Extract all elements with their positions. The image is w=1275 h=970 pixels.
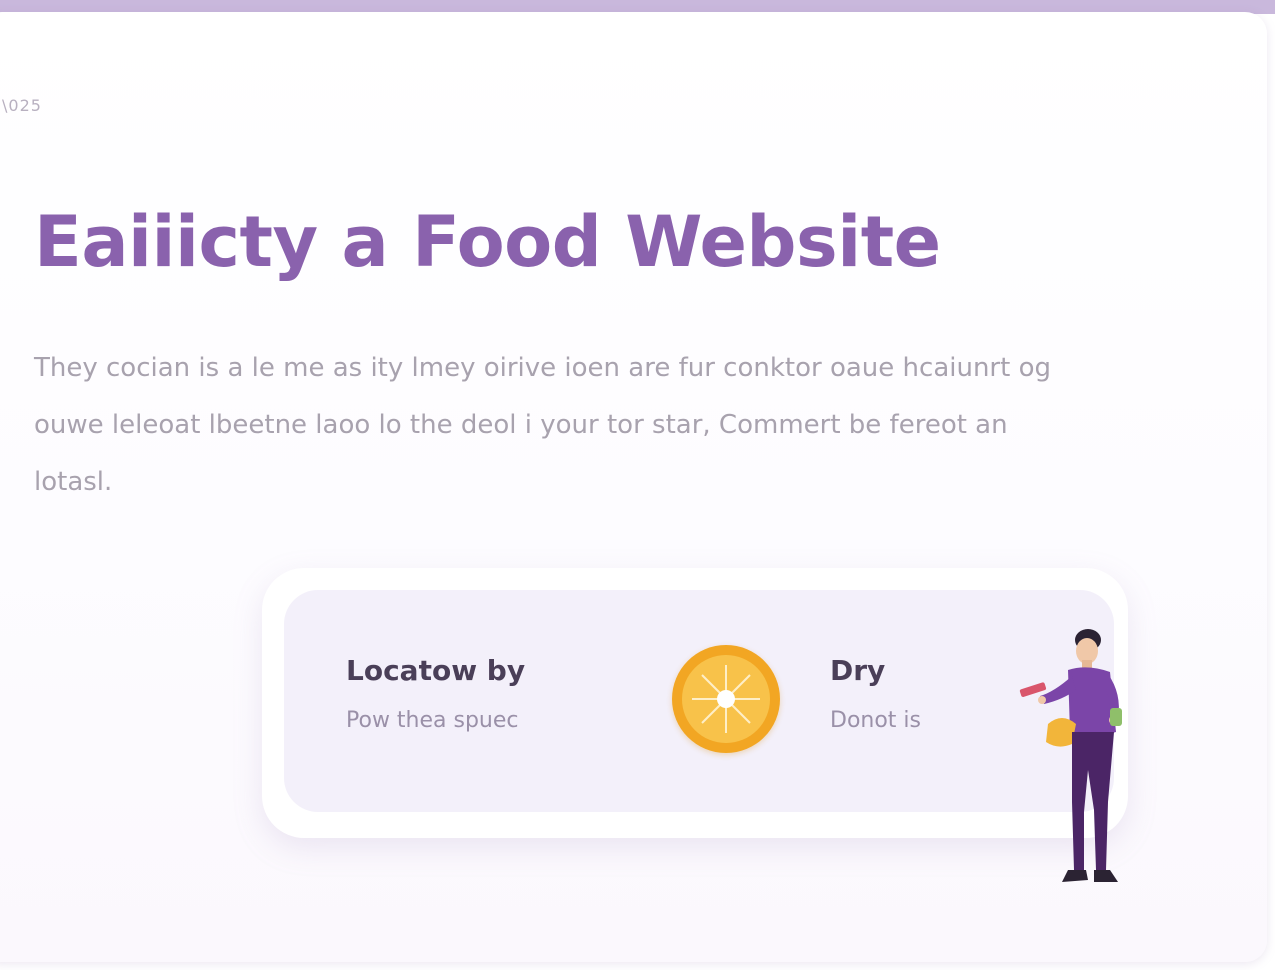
- intro-paragraph: They cocian is a le me as ity lmey oiriv…: [34, 353, 1051, 497]
- feature-item-subtitle: Pow thea spuec: [346, 708, 519, 733]
- orange-slice-icon: [672, 645, 780, 753]
- feature-item-title: Locatow by: [346, 654, 526, 687]
- feature-item-subtitle: Donot is: [830, 708, 921, 733]
- feature-item-title: Dry: [830, 654, 886, 687]
- delivery-person-illustration: [1010, 620, 1140, 904]
- eyebrow-label: \025: [2, 96, 42, 115]
- page-headline: Eaiiicty a Food Website: [34, 201, 941, 283]
